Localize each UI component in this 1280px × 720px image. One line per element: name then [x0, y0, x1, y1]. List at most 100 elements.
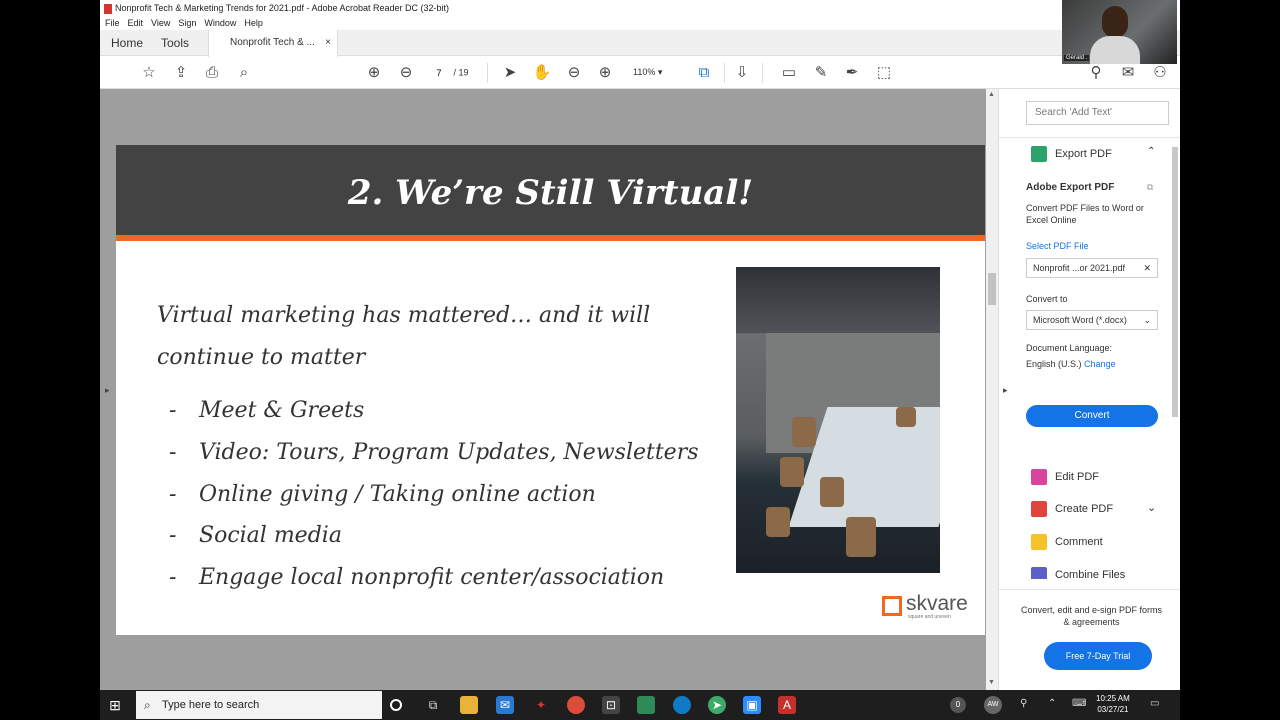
mail-icon[interactable]: ✉ — [1118, 63, 1138, 83]
chevron-up-icon[interactable]: ⌃ — [1048, 698, 1056, 709]
user-avatar-badge[interactable]: AW — [984, 696, 1002, 714]
taskbar-search-box[interactable]: ⌕ Type here to search — [136, 691, 382, 719]
zoom-search-icon[interactable]: ⌕ — [234, 63, 254, 83]
copy-icon[interactable]: ⧉ — [1147, 182, 1153, 193]
scrollbar-thumb — [988, 273, 996, 305]
zoom-level-dropdown[interactable]: 110% ▾ — [633, 67, 662, 78]
hand-icon[interactable]: ✋ — [532, 63, 552, 83]
comment-tool-icon — [1031, 534, 1047, 550]
windows-start-icon[interactable]: ⊞ — [106, 696, 124, 714]
export-pdf-section: Export PDF ⌃ Adobe Export PDF ⧉ Convert P… — [999, 137, 1180, 459]
title-bar: Nonprofit Tech & Marketing Trends for 20… — [100, 0, 1180, 16]
tab-bar: Home Tools Nonprofit Tech & ... × — [100, 30, 1180, 57]
taskbar-search-placeholder: Type here to search — [162, 699, 260, 711]
action-center-icon[interactable]: ▭ — [1150, 698, 1159, 709]
zoom-level: 110% — [633, 67, 656, 77]
system-clock[interactable]: 10:25 AM 03/27/21 — [1096, 693, 1130, 715]
print-icon[interactable]: ⎙ — [202, 63, 222, 83]
doc-language-value: English (U.S.) Change — [1026, 359, 1116, 369]
bullet-item: - Social media — [169, 523, 342, 548]
toolbar: ☆ ⇪ ⎙ ⌕ ⊕ ⊖ / 19 ➤ ✋ ⊖ ⊕ 110% ▾ ⧉ ⇩ ▭ ✎ … — [100, 57, 1180, 89]
create-pdf-icon — [1031, 501, 1047, 517]
pdf-page: 2. We’re Still Virtual! Virtual marketin… — [116, 145, 985, 635]
scroll-mode-icon[interactable]: ⇩ — [732, 63, 752, 83]
chrome-icon[interactable] — [567, 696, 585, 714]
menu-edit[interactable]: Edit — [128, 18, 144, 28]
change-language-link[interactable]: Change — [1084, 359, 1116, 369]
convert-button[interactable]: Convert — [1026, 405, 1158, 427]
acrobat-app-icon[interactable]: A — [778, 696, 796, 714]
tab-document[interactable]: Nonprofit Tech & ... × — [208, 30, 338, 57]
comment-icon[interactable]: ▭ — [779, 63, 799, 83]
adobe-export-title: Adobe Export PDF — [1026, 182, 1115, 193]
store-icon[interactable]: ⊡ — [602, 696, 620, 714]
mail-app-icon[interactable]: ✉ — [496, 696, 514, 714]
tools-search-input[interactable]: Search 'Add Text' — [1026, 101, 1169, 125]
window-title: Nonprofit Tech & Marketing Trends for 20… — [115, 3, 450, 13]
document-viewport[interactable]: ▸ 2. We’re Still Virtual! Virtual market… — [100, 89, 998, 690]
zoom-app-icon[interactable]: ▣ — [743, 696, 761, 714]
slide-title: 2. We’re Still Virtual! — [347, 173, 754, 213]
tools-panel-scrollbar[interactable] — [1170, 137, 1180, 577]
convert-format-select[interactable]: Microsoft Word (*.docx) ⌄ — [1026, 310, 1158, 330]
free-trial-button[interactable]: Free 7-Day Trial — [1044, 642, 1152, 670]
task-view-icon[interactable]: ⧉ — [424, 696, 442, 714]
notification-badge[interactable]: 0 — [950, 697, 966, 713]
bullet-item: - Meet & Greets — [169, 398, 365, 423]
highlight-icon[interactable]: ✎ — [811, 63, 831, 83]
right-tools-panel: ▸ Search 'Add Text' Export PDF ⌃ Adobe Ex… — [998, 89, 1180, 690]
clear-file-icon: ✕ — [1143, 263, 1151, 273]
export-pdf-header[interactable]: Export PDF ⌃ — [1031, 146, 1155, 162]
page-up-icon[interactable]: ⊕ — [364, 63, 384, 83]
menu-help[interactable]: Help — [244, 18, 263, 28]
people-icon[interactable]: ⚲ — [1020, 698, 1027, 709]
participant-name: Gerald . — [1064, 55, 1090, 61]
maps-icon[interactable] — [637, 696, 655, 714]
meeting-room-photo — [736, 267, 940, 573]
chevron-down-icon: ▾ — [657, 67, 663, 77]
tab-home[interactable]: Home — [111, 30, 143, 56]
zoom-out-icon[interactable]: ⊖ — [564, 63, 584, 83]
fit-page-icon[interactable]: ⧉ — [694, 63, 714, 83]
game-icon[interactable]: ✦ — [532, 696, 550, 714]
slide-header: 2. We’re Still Virtual! — [116, 145, 985, 241]
share-link-icon[interactable]: ⚲ — [1086, 63, 1106, 83]
zoom-in-icon[interactable]: ⊕ — [595, 63, 615, 83]
tool-create-pdf[interactable]: Create PDF ⌄ — [1031, 501, 1156, 517]
file-explorer-icon[interactable] — [460, 696, 478, 714]
cortana-icon[interactable] — [390, 699, 402, 711]
page-navigator: / 19 — [427, 65, 469, 80]
slide-intro-text: Virtual marketing has mattered… and it w… — [157, 303, 651, 370]
doc-language-label: Document Language: — [1026, 343, 1113, 353]
sign-icon[interactable]: ✒ — [842, 63, 862, 83]
combine-files-icon — [1031, 567, 1047, 579]
document-scrollbar[interactable]: ▲ ▼ — [986, 89, 998, 690]
menu-view[interactable]: View — [151, 18, 170, 28]
menu-file[interactable]: File — [105, 18, 120, 28]
page-down-icon[interactable]: ⊖ — [396, 63, 416, 83]
tool-comment[interactable]: Comment — [1031, 534, 1103, 550]
page-number-input[interactable] — [427, 65, 451, 80]
tab-tools[interactable]: Tools — [161, 30, 189, 56]
edit-pdf-icon — [1031, 469, 1047, 485]
bullet-item: - Video: Tours, Program Updates, Newslett… — [169, 440, 699, 465]
menu-window[interactable]: Window — [204, 18, 236, 28]
pdf-file-icon — [104, 3, 112, 14]
star-icon[interactable]: ☆ — [139, 63, 159, 83]
menu-sign[interactable]: Sign — [178, 18, 196, 28]
tool-combine-files[interactable]: Combine Files — [1031, 567, 1125, 579]
upload-icon[interactable]: ⇪ — [171, 63, 191, 83]
selected-file-field[interactable]: Nonprofit ...or 2021.pdf ✕ — [1026, 258, 1158, 278]
select-arrow-icon[interactable]: ➤ — [500, 63, 520, 83]
add-user-icon[interactable]: ⚇ — [1150, 63, 1170, 83]
redact-icon[interactable]: ⬚ — [874, 63, 894, 83]
edge-icon[interactable] — [673, 696, 691, 714]
send-app-icon[interactable]: ➤ — [708, 696, 726, 714]
clock-date: 03/27/21 — [1097, 705, 1129, 714]
keyboard-icon[interactable]: ⌨ — [1072, 698, 1086, 709]
close-tab-icon[interactable]: × — [325, 30, 331, 56]
tool-edit-pdf[interactable]: Edit PDF — [1031, 469, 1099, 485]
scroll-down-icon: ▼ — [988, 679, 995, 686]
chevron-up-icon: ⌃ — [1147, 146, 1156, 157]
left-panel-expand-icon[interactable]: ▸ — [105, 385, 110, 396]
